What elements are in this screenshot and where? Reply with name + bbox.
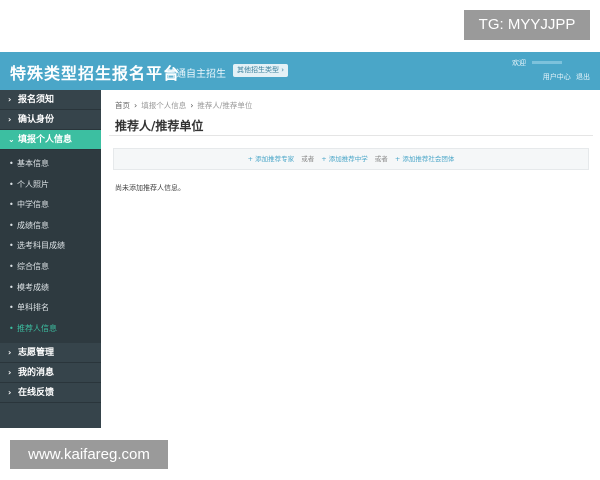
breadcrumb: 首页 › 填报个人信息 › 推荐人/推荐单位	[115, 100, 252, 111]
add-school-link[interactable]: 添加推荐中学	[329, 155, 368, 163]
app-title: 特殊类型招生报名平台	[10, 64, 181, 83]
enrollment-mode: 普通自主招生	[166, 69, 226, 80]
sidebar-submenu: • 基本信息 • 个人照片 • 中学信息 • 成绩信息 • 选考科目成绩 • 综合信息 • 模…	[0, 150, 101, 344]
welcome-text: 欢迎	[512, 59, 526, 67]
app-window: 特殊类型招生报名平台 普通自主招生 其他招生类型 › 欢迎 用户中心 退出 › 报…	[0, 52, 600, 428]
or-text: 或者	[374, 155, 388, 163]
sidebar: › 报名须知 › 确认身份 ⌄ 填报个人信息 • 基本信息 • 个人照片 • 中学信息 • 成…	[0, 90, 101, 428]
user-center-link[interactable]: 用户中心	[543, 73, 571, 81]
watermark-bottom: www.kaifareg.com	[10, 440, 168, 469]
chevron-right-icon: ›	[8, 115, 12, 124]
chevron-right-icon: ›	[8, 388, 12, 398]
chevron-down-icon: ⌄	[8, 135, 15, 144]
add-referrer-bar: + 添加推荐专家 或者 + 添加推荐中学 或者 + 添加推荐社会团体	[113, 148, 589, 170]
sidebar-subitem-label: 成绩信息	[17, 220, 49, 230]
bullet-icon: •	[9, 220, 14, 230]
chevron-right-icon: ›	[8, 95, 12, 104]
page-title: 推荐人/推荐单位	[115, 119, 204, 133]
bullet-icon: •	[9, 303, 14, 313]
sidebar-subitem-comprehensive-info[interactable]: • 综合信息	[0, 257, 101, 278]
sidebar-subitem-label: 模考成绩	[17, 282, 49, 292]
bullet-icon: •	[9, 241, 14, 251]
sidebar-item-feedback[interactable]: › 在线反馈	[0, 383, 101, 404]
sidebar-item-label: 填报个人信息	[18, 135, 73, 145]
bullet-icon: •	[9, 179, 14, 189]
sidebar-subitem-label: 单科排名	[17, 303, 49, 313]
sidebar-item-label: 确认身份	[18, 115, 55, 125]
sidebar-subitem-label: 选考科目成绩	[17, 241, 65, 251]
or-text: 或者	[301, 155, 315, 163]
sidebar-item-personal-info[interactable]: ⌄ 填报个人信息	[0, 130, 101, 150]
top-header: 特殊类型招生报名平台 普通自主招生 其他招生类型 › 欢迎 用户中心 退出	[0, 52, 600, 90]
sidebar-item-messages[interactable]: › 我的消息	[0, 363, 101, 384]
user-links: 用户中心 退出	[540, 72, 590, 82]
chevron-right-icon: ›	[134, 101, 138, 110]
add-organization-link[interactable]: 添加推荐社会团体	[402, 155, 454, 163]
sidebar-item-label: 志愿管理	[18, 348, 55, 359]
breadcrumb-current: 推荐人/推荐单位	[197, 101, 253, 110]
bullet-icon: •	[9, 200, 14, 210]
sidebar-subitem-label: 基本信息	[17, 159, 49, 168]
sidebar-item-label: 我的消息	[18, 368, 55, 379]
plus-icon: +	[247, 155, 254, 163]
bullet-icon: •	[9, 282, 14, 292]
sidebar-subitem-elective-grades[interactable]: • 选考科目成绩	[0, 236, 101, 257]
chevron-right-icon: ›	[190, 101, 194, 110]
sidebar-subitem-basic-info[interactable]: • 基本信息	[0, 154, 101, 175]
watermark-top: TG: MYYJJPP	[464, 10, 590, 40]
breadcrumb-level1[interactable]: 填报个人信息	[141, 101, 186, 110]
main-content: 首页 › 填报个人信息 › 推荐人/推荐单位 推荐人/推荐单位 + 添加推荐专家 或者 +…	[101, 90, 600, 428]
logout-link[interactable]: 退出	[576, 73, 590, 81]
bullet-icon: •	[9, 261, 14, 271]
sidebar-subitem-mock-exam[interactable]: • 模考成绩	[0, 278, 101, 299]
chevron-right-icon: ›	[8, 348, 12, 358]
switch-label: 其他招生类型	[237, 66, 279, 74]
sidebar-item-preferences[interactable]: › 志愿管理	[0, 343, 101, 364]
sidebar-subitem-subject-ranking[interactable]: • 单科排名	[0, 298, 101, 319]
bullet-icon: •	[9, 323, 14, 333]
sidebar-subitem-label: 个人照片	[17, 179, 49, 189]
blurred-username	[532, 61, 562, 64]
sidebar-subitem-school-info[interactable]: • 中学信息	[0, 195, 101, 216]
add-expert-link[interactable]: 添加推荐专家	[255, 155, 294, 163]
sidebar-subitem-grades[interactable]: • 成绩信息	[0, 216, 101, 237]
sidebar-item-confirm-identity[interactable]: › 确认身份	[0, 110, 101, 130]
sidebar-subitem-label: 综合信息	[17, 261, 49, 271]
switch-enrollment-type-button[interactable]: 其他招生类型 ›	[233, 64, 289, 77]
chevron-right-icon: ›	[8, 368, 12, 378]
sidebar-subitem-label: 推荐人信息	[17, 323, 57, 333]
chevron-right-icon: ›	[281, 66, 285, 74]
plus-icon: +	[394, 155, 401, 163]
plus-icon: +	[321, 155, 327, 163]
sidebar-item-label: 在线反馈	[18, 388, 55, 399]
breadcrumb-home[interactable]: 首页	[115, 101, 130, 110]
sidebar-subitem-photo[interactable]: • 个人照片	[0, 175, 101, 196]
empty-state-message: 尚未添加推荐人信息。	[115, 184, 185, 192]
bullet-icon: •	[9, 159, 14, 168]
sidebar-subitem-label: 中学信息	[17, 200, 49, 210]
sidebar-item-notice[interactable]: › 报名须知	[0, 90, 101, 110]
sidebar-subitem-referrer-info[interactable]: • 推荐人信息	[0, 319, 101, 340]
divider	[109, 135, 593, 136]
sidebar-item-label: 报名须知	[18, 95, 55, 105]
